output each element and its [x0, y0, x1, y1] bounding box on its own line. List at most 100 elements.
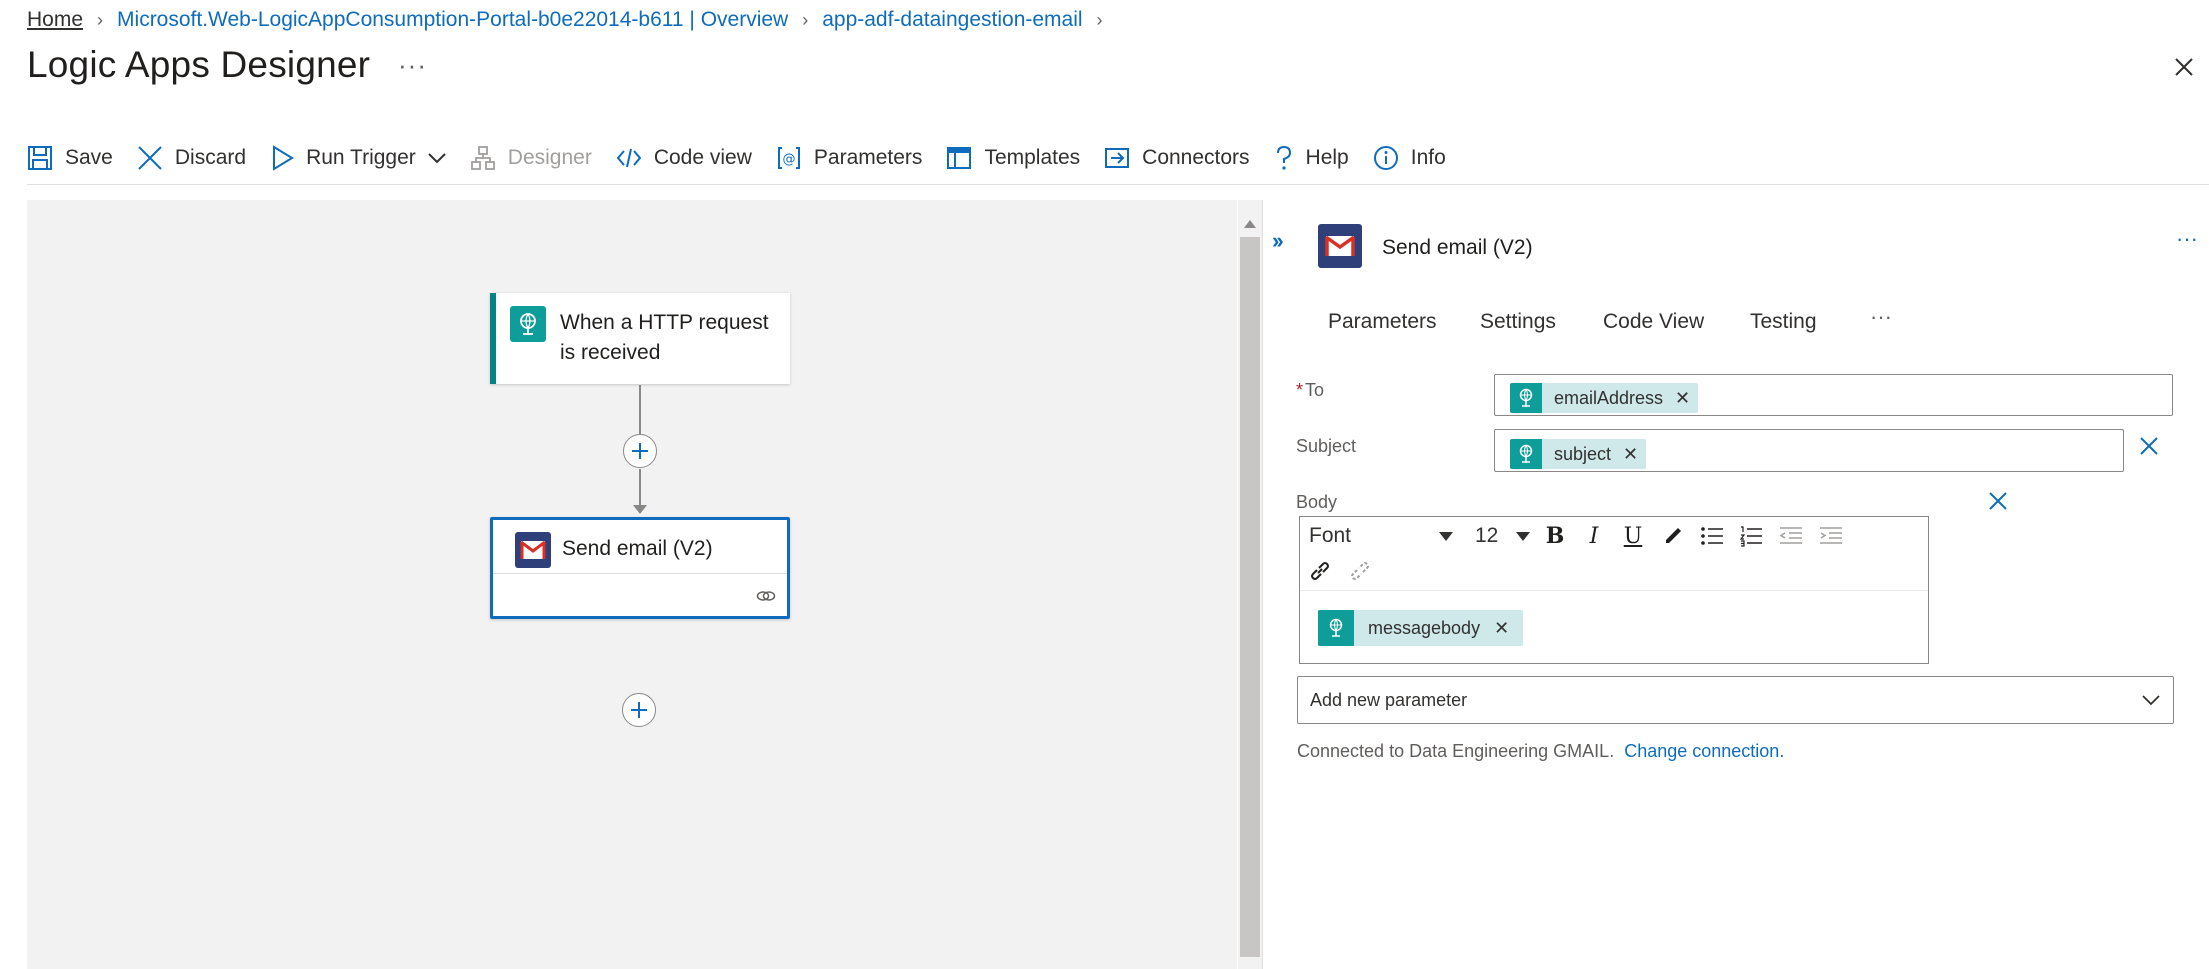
chevron-right-icon: › — [802, 9, 809, 30]
run-trigger-button[interactable]: Run Trigger — [270, 145, 446, 171]
add-step-button[interactable] — [622, 693, 656, 727]
connectors-button[interactable]: Connectors — [1104, 145, 1250, 171]
caret-down-icon — [1439, 531, 1453, 541]
subject-label: Subject — [1296, 436, 1357, 456]
scroll-up-arrow-icon[interactable] — [1244, 220, 1256, 228]
breadcrumb: Home › Microsoft.Web-LogicAppConsumption… — [27, 6, 1117, 34]
request-icon — [1510, 383, 1542, 413]
remove-token-icon[interactable]: ✕ — [1675, 388, 1698, 409]
more-options-button[interactable]: ··· — [398, 50, 427, 81]
breadcrumb-resource-group[interactable]: Microsoft.Web-LogicAppConsumption-Portal… — [117, 8, 788, 32]
close-icon — [1989, 492, 2007, 510]
tabs-more-button[interactable]: ··· — [1870, 304, 1892, 330]
connection-text: Connected to Data Engineering GMAIL. — [1297, 741, 1615, 761]
breadcrumb-logic-app[interactable]: app-adf-dataingestion-email — [822, 8, 1082, 32]
chevron-down-icon — [2142, 695, 2160, 706]
panel-title: Send email (V2) — [1382, 236, 1533, 259]
templates-label: Templates — [984, 146, 1081, 169]
remove-token-icon[interactable]: ✕ — [1623, 444, 1646, 465]
token-label: subject — [1554, 443, 1612, 464]
code-icon — [616, 148, 642, 168]
link-icon — [1311, 562, 1329, 580]
underline-button[interactable]: U — [1619, 522, 1647, 550]
outdent-icon — [1779, 527, 1802, 544]
card-divider — [493, 573, 787, 574]
tab-parameters[interactable]: Parameters — [1328, 310, 1437, 334]
font-color-button[interactable] — [1659, 522, 1687, 550]
remove-token-icon[interactable]: ✕ — [1494, 618, 1523, 639]
tab-code-view[interactable]: Code View — [1603, 310, 1704, 334]
info-button[interactable]: Info — [1373, 145, 1446, 171]
insert-link-button[interactable] — [1306, 557, 1334, 585]
bold-button[interactable]: B — [1541, 522, 1569, 550]
required-marker: * — [1296, 380, 1304, 400]
arrow-down-icon — [633, 505, 647, 514]
gmail-icon — [515, 532, 551, 568]
info-label: Info — [1410, 146, 1446, 169]
tab-testing[interactable]: Testing — [1750, 310, 1817, 334]
decrease-indent-button[interactable] — [1777, 522, 1805, 550]
save-icon — [28, 146, 52, 170]
font-family-select[interactable]: Font — [1309, 523, 1453, 549]
font-size-value: 12 — [1475, 524, 1499, 547]
connectors-icon — [1105, 148, 1130, 168]
change-connection-link[interactable]: Change connection. — [1624, 741, 1784, 761]
request-icon — [510, 306, 546, 342]
request-icon — [1318, 610, 1354, 646]
italic-icon: I — [1589, 523, 1599, 549]
toolbar-divider — [27, 184, 2209, 185]
add-parameter-label: Add new parameter — [1310, 689, 1468, 710]
parameters-button[interactable]: @ Parameters — [776, 145, 922, 171]
gmail-icon — [1318, 224, 1362, 268]
close-icon — [2140, 437, 2158, 455]
underline-icon: U — [1623, 523, 1643, 549]
numbered-list-button[interactable] — [1737, 522, 1765, 550]
remove-body-button[interactable] — [1987, 490, 2009, 512]
discard-button[interactable]: Discard — [137, 145, 246, 171]
to-label: * To — [1296, 380, 1324, 401]
code-view-button[interactable]: Code view — [616, 145, 752, 171]
templates-button[interactable]: Templates — [946, 145, 1080, 171]
pen-icon — [1666, 528, 1681, 543]
parameters-icon: @ — [777, 147, 800, 169]
message-body-token[interactable]: messagebody ✕ — [1318, 610, 1524, 646]
breadcrumb-home[interactable]: Home — [27, 8, 83, 32]
collapse-panel-icon[interactable]: ›› — [1272, 228, 1284, 254]
insert-step-button[interactable] — [623, 434, 657, 468]
close-icon — [2175, 58, 2193, 76]
link-icon — [756, 589, 776, 603]
remove-link-button[interactable] — [1346, 557, 1374, 585]
code-view-label: Code view — [653, 146, 752, 169]
request-icon — [1510, 439, 1542, 469]
unlink-icon — [1351, 562, 1369, 580]
designer-label: Designer — [507, 146, 592, 169]
scrollbar-thumb[interactable] — [1240, 237, 1260, 957]
designer-button[interactable]: Designer — [470, 145, 592, 171]
font-select-value: Font — [1309, 524, 1352, 547]
discard-icon — [138, 146, 162, 170]
panel-more-button[interactable]: ··· — [2176, 226, 2198, 252]
to-label-text: To — [1305, 380, 1325, 400]
tab-settings[interactable]: Settings — [1480, 310, 1556, 334]
help-button[interactable]: Help — [1274, 145, 1349, 171]
close-button[interactable] — [2168, 51, 2200, 83]
remove-subject-button[interactable] — [2138, 435, 2160, 457]
caret-down-icon — [1516, 531, 1530, 541]
save-button[interactable]: Save — [27, 145, 113, 171]
hierarchy-icon — [470, 146, 495, 170]
increase-indent-button[interactable] — [1817, 522, 1845, 550]
numbered-list-icon — [1739, 526, 1762, 547]
trigger-title: When a HTTP request is received — [560, 311, 769, 364]
run-trigger-label: Run Trigger — [306, 146, 416, 169]
bullet-list-button[interactable] — [1698, 522, 1726, 550]
bullet-list-icon — [1701, 527, 1723, 545]
add-parameter-dropdown[interactable]: Add new parameter — [1297, 676, 2174, 724]
subject-token[interactable]: subject ✕ — [1510, 439, 1647, 469]
font-size-select[interactable]: 12 — [1475, 523, 1530, 549]
connection-info: Connected to Data Engineering GMAIL. Chan… — [1297, 741, 1784, 762]
italic-button[interactable]: I — [1580, 522, 1608, 550]
discard-label: Discard — [174, 146, 247, 169]
indent-icon — [1820, 527, 1842, 544]
chevron-right-icon: › — [1096, 9, 1103, 30]
email-address-token[interactable]: emailAddress ✕ — [1510, 383, 1699, 413]
